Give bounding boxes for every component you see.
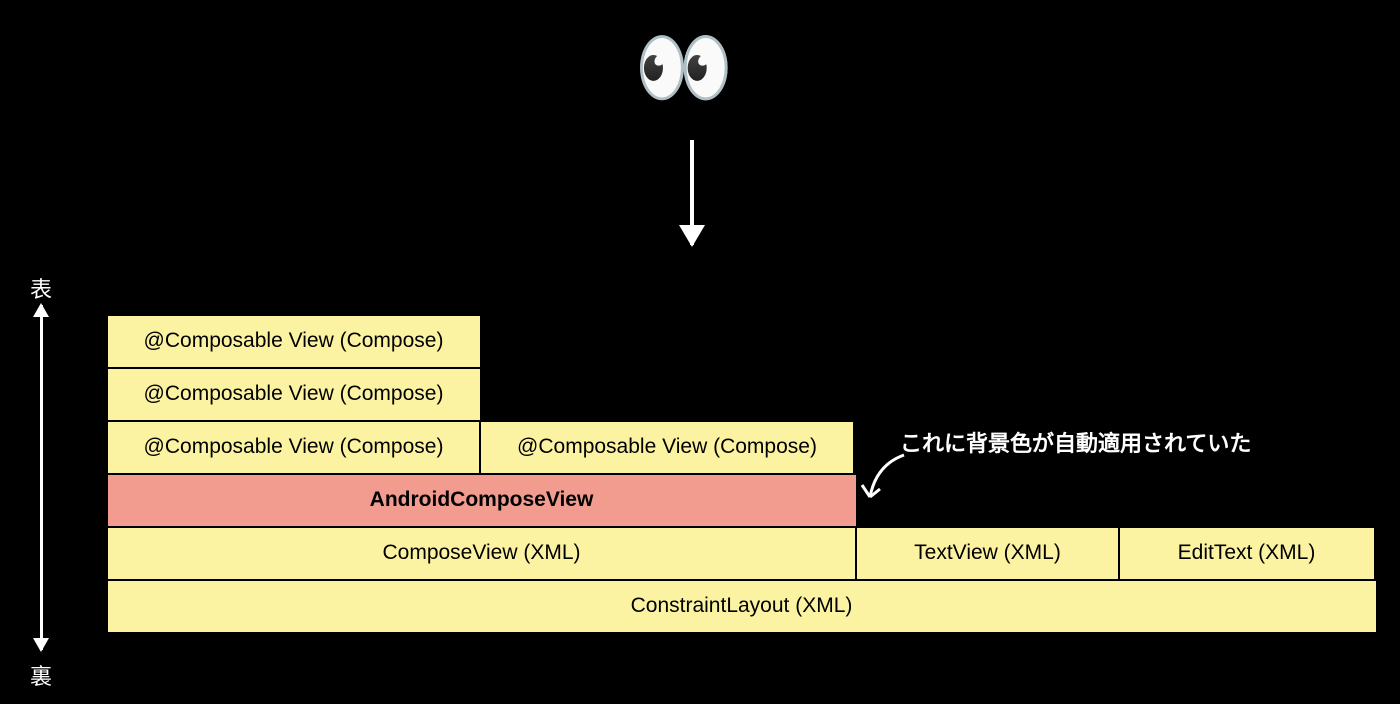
layer-edittext-xml: EditText (XML): [1118, 526, 1376, 582]
axis-double-arrow-icon: [40, 305, 43, 650]
eyes-icon: 👀: [634, 28, 734, 108]
layer-composable-3a: @Composable View (Compose): [106, 420, 482, 476]
layer-compose-view-xml: ComposeView (XML): [106, 526, 858, 582]
layer-constraintlayout-xml: ConstraintLayout (XML): [106, 579, 1378, 635]
annotation-text: これに背景色が自動適用されていた: [900, 426, 1251, 458]
layer-composable-3b: @Composable View (Compose): [479, 420, 855, 476]
layer-textview-xml: TextView (XML): [855, 526, 1120, 582]
layer-android-compose-view: AndroidComposeView: [106, 473, 858, 529]
axis-label-front: 表: [30, 272, 52, 304]
arrow-down-icon: [690, 140, 694, 245]
diagram-stage: 👀 表 裏 @Composable View (Compose) @Compos…: [0, 0, 1400, 704]
layer-composable-2: @Composable View (Compose): [106, 367, 482, 423]
layer-composable-1: @Composable View (Compose): [106, 314, 482, 370]
layer-stack: @Composable View (Compose) @Composable V…: [108, 316, 1378, 634]
annotation-arrow-icon: [866, 453, 906, 508]
axis-label-back: 裏: [30, 659, 52, 691]
